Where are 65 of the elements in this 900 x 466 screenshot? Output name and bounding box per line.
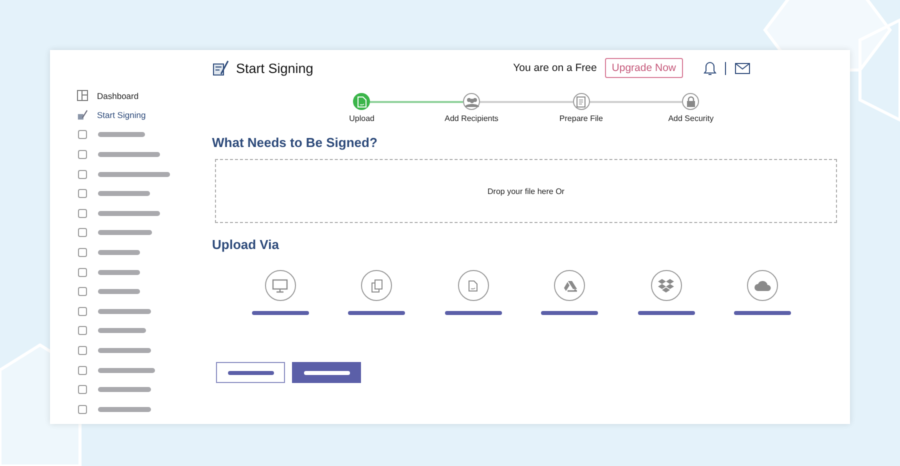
checkbox-icon[interactable]: [78, 404, 87, 414]
nav-link[interactable]: Start Signing: [97, 110, 146, 120]
section-heading: What Needs to Be Signed?: [212, 135, 378, 150]
step-circle[interactable]: [353, 93, 370, 110]
placeholder-bar: [98, 406, 151, 412]
placeholder-bar: [98, 210, 160, 216]
placeholder-bar: [98, 152, 160, 158]
placeholder-bar: [98, 250, 140, 256]
cloud-icon[interactable]: [747, 270, 778, 301]
placeholder-bar: [98, 387, 151, 392]
step-label: Add Recipients: [444, 114, 498, 123]
checkbox-icon[interactable]: [78, 228, 87, 238]
checkbox-icon[interactable]: [78, 306, 87, 316]
placeholder-bar: [98, 289, 140, 294]
placeholder-bar: [98, 270, 140, 275]
step-circle[interactable]: [682, 93, 700, 110]
file-icon[interactable]: [458, 270, 489, 301]
checkbox-icon[interactable]: [78, 268, 87, 277]
placeholder-bar: [444, 311, 502, 315]
step-circle[interactable]: [463, 93, 480, 110]
placeholder-bar: [98, 308, 151, 314]
placeholder-bar: [98, 132, 145, 138]
step-circle[interactable]: [572, 93, 590, 110]
checkbox-icon[interactable]: [78, 150, 87, 160]
step-label: Prepare File: [559, 114, 603, 123]
step-label: Add Security: [668, 114, 714, 123]
plan-text: You are on a Free: [513, 62, 597, 74]
placeholder-bar: [98, 191, 150, 196]
nav-link[interactable]: Dashboard: [97, 90, 139, 101]
checkbox-icon[interactable]: [78, 385, 87, 394]
checkbox-icon[interactable]: [78, 287, 87, 296]
dashboard-icon: [77, 90, 88, 102]
checkbox-icon[interactable]: [78, 130, 87, 140]
section-heading: Upload Via: [212, 237, 280, 252]
checkbox-icon[interactable]: [78, 366, 87, 375]
page-title: Start Signing: [236, 60, 314, 76]
placeholder-bar: [252, 311, 309, 315]
mail-icon[interactable]: [735, 62, 750, 74]
secondary-button[interactable]: [216, 362, 285, 383]
copy-icon[interactable]: [361, 270, 392, 301]
signing-pen-icon: [212, 59, 230, 77]
placeholder-bar: [98, 368, 155, 373]
triangle-logo-icon[interactable]: [554, 270, 586, 301]
placeholder-bar: [734, 311, 792, 315]
step-label: Upload: [349, 114, 375, 123]
checkbox-icon[interactable]: [78, 189, 87, 198]
checkbox-icon[interactable]: [78, 346, 87, 356]
bell-icon[interactable]: [703, 60, 717, 76]
checkbox-icon[interactable]: [78, 208, 87, 218]
placeholder-bar: [98, 348, 151, 354]
placeholder-bar: [98, 230, 152, 236]
checkbox-icon[interactable]: [78, 170, 87, 179]
checkbox-icon[interactable]: [78, 326, 87, 336]
monitor-icon[interactable]: [264, 270, 296, 301]
drop-zone[interactable]: Drop your file here Or: [215, 159, 837, 223]
primary-button[interactable]: [292, 362, 361, 383]
upgrade-button[interactable]: Upgrade Now: [604, 58, 683, 78]
placeholder-bar: [638, 311, 695, 315]
signing-pen-icon: [77, 109, 88, 122]
placeholder-bar: [348, 311, 406, 315]
placeholder-bar: [541, 311, 598, 315]
box-logo-icon[interactable]: [650, 270, 682, 301]
placeholder-bar: [98, 172, 170, 177]
placeholder-bar: [98, 328, 146, 334]
checkbox-icon[interactable]: [78, 248, 87, 258]
